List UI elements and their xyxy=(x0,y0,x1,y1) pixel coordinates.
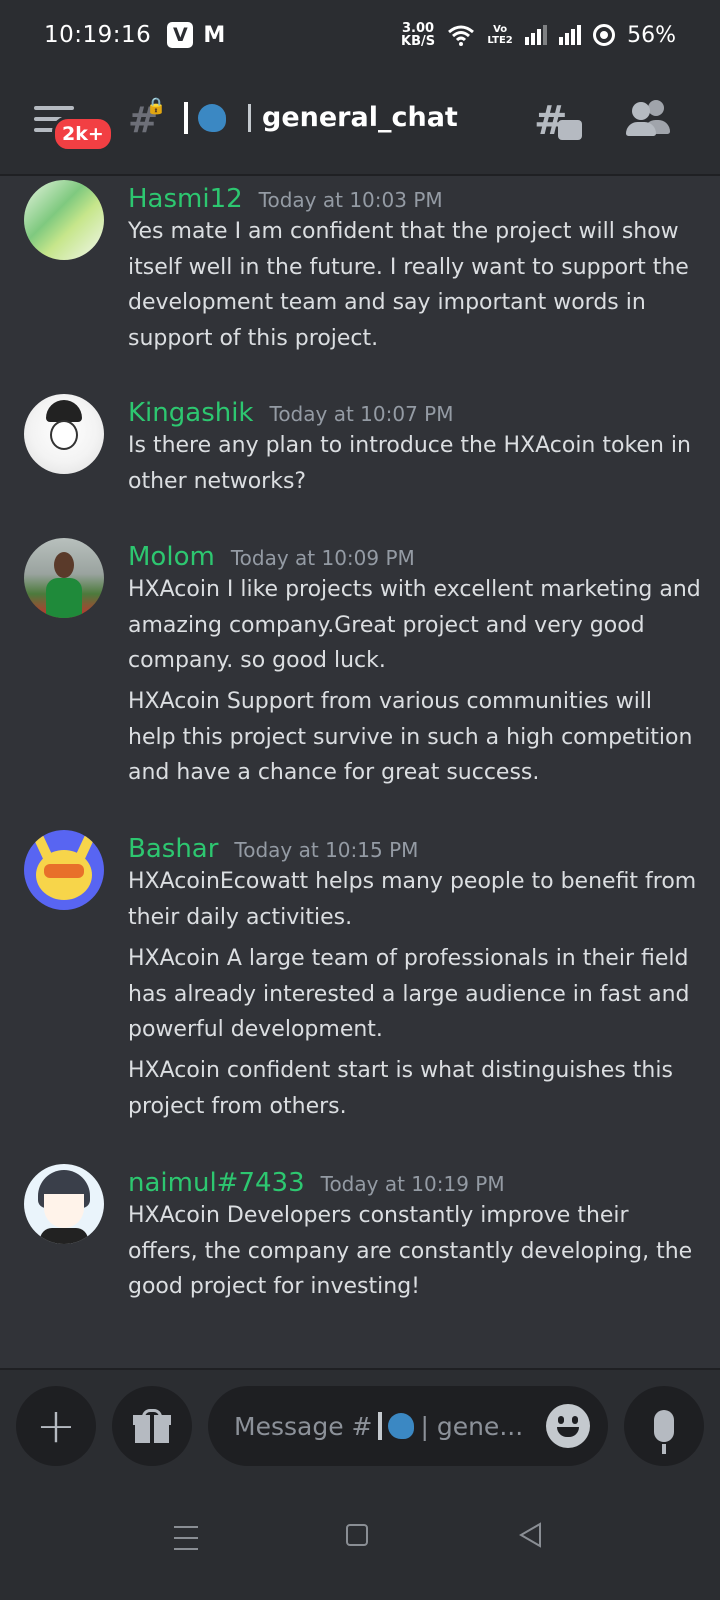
status-indicators: 3.00 KB/S Vo LTE2 56% xyxy=(401,22,676,48)
username[interactable]: naimul#7433 xyxy=(128,1168,305,1198)
microphone-icon xyxy=(654,1410,674,1454)
avatar[interactable] xyxy=(24,538,104,618)
avatar[interactable] xyxy=(24,830,104,910)
message-composer: + Message # | gene... xyxy=(0,1368,720,1482)
placeholder-channel-emoji xyxy=(378,1412,415,1440)
timestamp: Today at 10:09 PM xyxy=(230,546,415,570)
message-text: HXAcoin confident start is what distingu… xyxy=(128,1058,673,1119)
notification-badge: 2k+ xyxy=(52,116,114,152)
clock: 10:19:16 xyxy=(44,22,152,48)
timestamp: Today at 10:03 PM xyxy=(258,188,443,212)
voice-message-button[interactable] xyxy=(624,1386,704,1466)
message-placeholder-prefix: Message # xyxy=(234,1411,373,1441)
message-text: HXAcoin Support from various communities… xyxy=(128,689,693,785)
v-app-icon: V xyxy=(167,22,194,48)
plus-icon: + xyxy=(35,1398,77,1454)
message-placeholder-suffix: | gene... xyxy=(420,1411,524,1441)
gift-icon xyxy=(133,1409,171,1443)
channel-separator xyxy=(248,104,251,132)
signal-1-icon xyxy=(525,25,548,45)
system-navigation-bar xyxy=(0,1482,720,1600)
members-icon[interactable] xyxy=(626,100,670,140)
channel-header: 2k+ # 🔒 general_chat # xyxy=(0,70,720,176)
message-text: Yes mate I am confident that the project… xyxy=(128,219,689,351)
locked-channel-icon: # 🔒 xyxy=(128,96,166,141)
message-header: Hasmi12 Today at 10:03 PM xyxy=(128,184,443,214)
network-speed-unit: KB/S xyxy=(401,34,436,49)
avatar[interactable] xyxy=(24,180,104,260)
username[interactable]: Hasmi12 xyxy=(128,184,243,214)
message-header: Bashar Today at 10:15 PM xyxy=(128,834,418,864)
message-text: HXAcoin I like projects with excellent m… xyxy=(128,577,701,673)
notification-icons: V M xyxy=(167,22,225,48)
message-header: naimul#7433 Today at 10:19 PM xyxy=(128,1168,505,1198)
speaking-head-icon xyxy=(388,1413,415,1439)
timestamp: Today at 10:19 PM xyxy=(320,1172,505,1196)
volte-icon: Vo LTE2 xyxy=(487,24,513,46)
battery-icon xyxy=(593,24,616,46)
network-speed: 3.00 KB/S xyxy=(401,22,435,48)
battery-level: 56% xyxy=(627,22,676,48)
emoji-picker-icon[interactable] xyxy=(546,1404,590,1448)
message-text: Is there any plan to introduce the HXAco… xyxy=(128,433,691,494)
add-attachment-button[interactable]: + xyxy=(16,1386,96,1466)
username[interactable]: Bashar xyxy=(128,834,218,864)
username[interactable]: Kingashik xyxy=(128,398,254,428)
username[interactable]: Molom xyxy=(128,542,215,572)
channel-emoji xyxy=(184,102,251,134)
timestamp: Today at 10:07 PM xyxy=(269,402,454,426)
channel-emoji-bar xyxy=(184,102,188,134)
gmail-icon: M xyxy=(203,22,226,48)
avatar[interactable] xyxy=(24,394,104,474)
home-icon[interactable] xyxy=(346,1524,368,1546)
wifi-icon xyxy=(448,25,475,46)
timestamp: Today at 10:15 PM xyxy=(234,838,419,862)
recent-apps-icon[interactable] xyxy=(174,1526,198,1559)
speaking-head-icon xyxy=(198,104,226,132)
status-bar: 10:19:16 V M 3.00 KB/S Vo LTE2 56% xyxy=(0,0,720,70)
message-text: HXAcoin A large team of professionals in… xyxy=(128,946,690,1042)
channel-title[interactable]: general_chat xyxy=(262,102,458,133)
gift-button[interactable] xyxy=(112,1386,192,1466)
message-text: HXAcoinEcowatt helps many people to bene… xyxy=(128,869,697,930)
signal-2-icon xyxy=(559,25,582,45)
threads-icon[interactable]: # xyxy=(534,98,582,144)
avatar[interactable] xyxy=(24,1164,104,1244)
message-text: HXAcoin Developers constantly improve th… xyxy=(128,1203,693,1299)
message-header: Kingashik Today at 10:07 PM xyxy=(128,398,453,428)
message-header: Molom Today at 10:09 PM xyxy=(128,542,415,572)
